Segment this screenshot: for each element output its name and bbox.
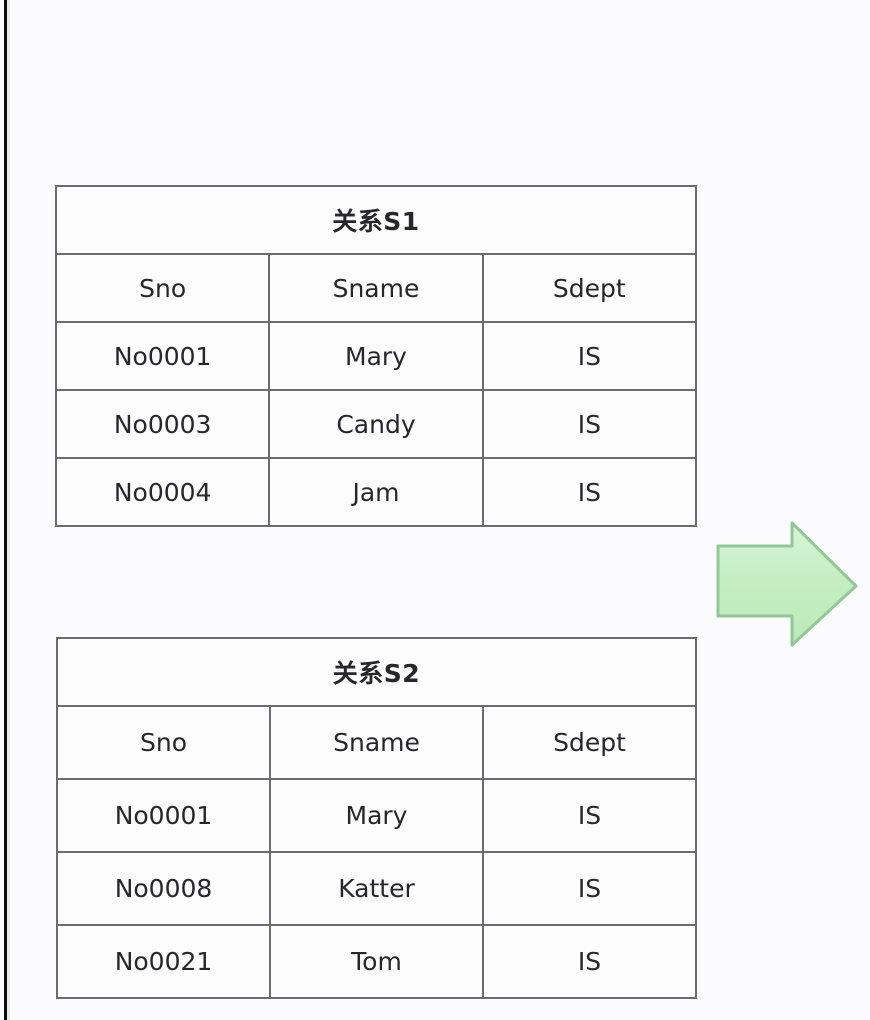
table-row: No0021 Tom IS <box>56 924 697 999</box>
table-title-row: 关系S1 <box>55 185 697 255</box>
table-s1-cell-sno: No0004 <box>54 457 271 527</box>
left-edge-band-highlight <box>7 0 10 1020</box>
table-s2-cell-sno: No0008 <box>56 851 271 926</box>
table-s1-header-sno: Sno <box>54 253 271 323</box>
table-s2-header-sdept: Sdept <box>482 705 697 780</box>
table-s1-header-sname: Sname <box>268 253 484 323</box>
table-s1-cell-sno: No0001 <box>54 321 271 391</box>
relation-table-s2: 关系S2 Sno Sname Sdept No0001 Mary IS No00… <box>56 637 697 999</box>
table-s1-title: 关系S1 <box>55 185 697 255</box>
table-s2-cell-sdept: IS <box>482 851 697 926</box>
table-s1-header-sdept: Sdept <box>481 253 698 323</box>
table-s1-cell-sno: No0003 <box>54 389 271 459</box>
table-row: No0001 Mary IS <box>54 321 698 391</box>
table-header-row: Sno Sname Sdept <box>54 253 698 323</box>
table-header-row: Sno Sname Sdept <box>56 705 697 780</box>
table-s2-cell-sname: Katter <box>269 851 484 926</box>
table-row: No0008 Katter IS <box>56 851 697 926</box>
table-s2-cell-sdept: IS <box>482 924 697 999</box>
table-row: No0004 Jam IS <box>54 457 698 527</box>
table-s1-cell-sname: Jam <box>268 457 484 527</box>
table-s2-cell-sname: Mary <box>269 778 484 853</box>
table-s2-header-sname: Sname <box>269 705 484 780</box>
table-s2-header-sno: Sno <box>56 705 271 780</box>
table-row: No0003 Candy IS <box>54 389 698 459</box>
table-s2-cell-sno: No0001 <box>56 778 271 853</box>
right-arrow-icon <box>712 518 862 658</box>
table-s2-title: 关系S2 <box>56 637 697 707</box>
relation-table-s1: 关系S1 Sno Sname Sdept No0001 Mary IS No00… <box>54 185 698 527</box>
table-title-row: 关系S2 <box>56 637 697 707</box>
table-s1-cell-sdept: IS <box>481 389 698 459</box>
table-s1-cell-sname: Candy <box>268 389 484 459</box>
table-s1-cell-sdept: IS <box>481 321 698 391</box>
table-s2-cell-sno: No0021 <box>56 924 271 999</box>
table-s1-cell-sdept: IS <box>481 457 698 527</box>
table-row: No0001 Mary IS <box>56 778 697 853</box>
table-s2-cell-sname: Tom <box>269 924 484 999</box>
table-s2-cell-sdept: IS <box>482 778 697 853</box>
table-s1-cell-sname: Mary <box>268 321 484 391</box>
